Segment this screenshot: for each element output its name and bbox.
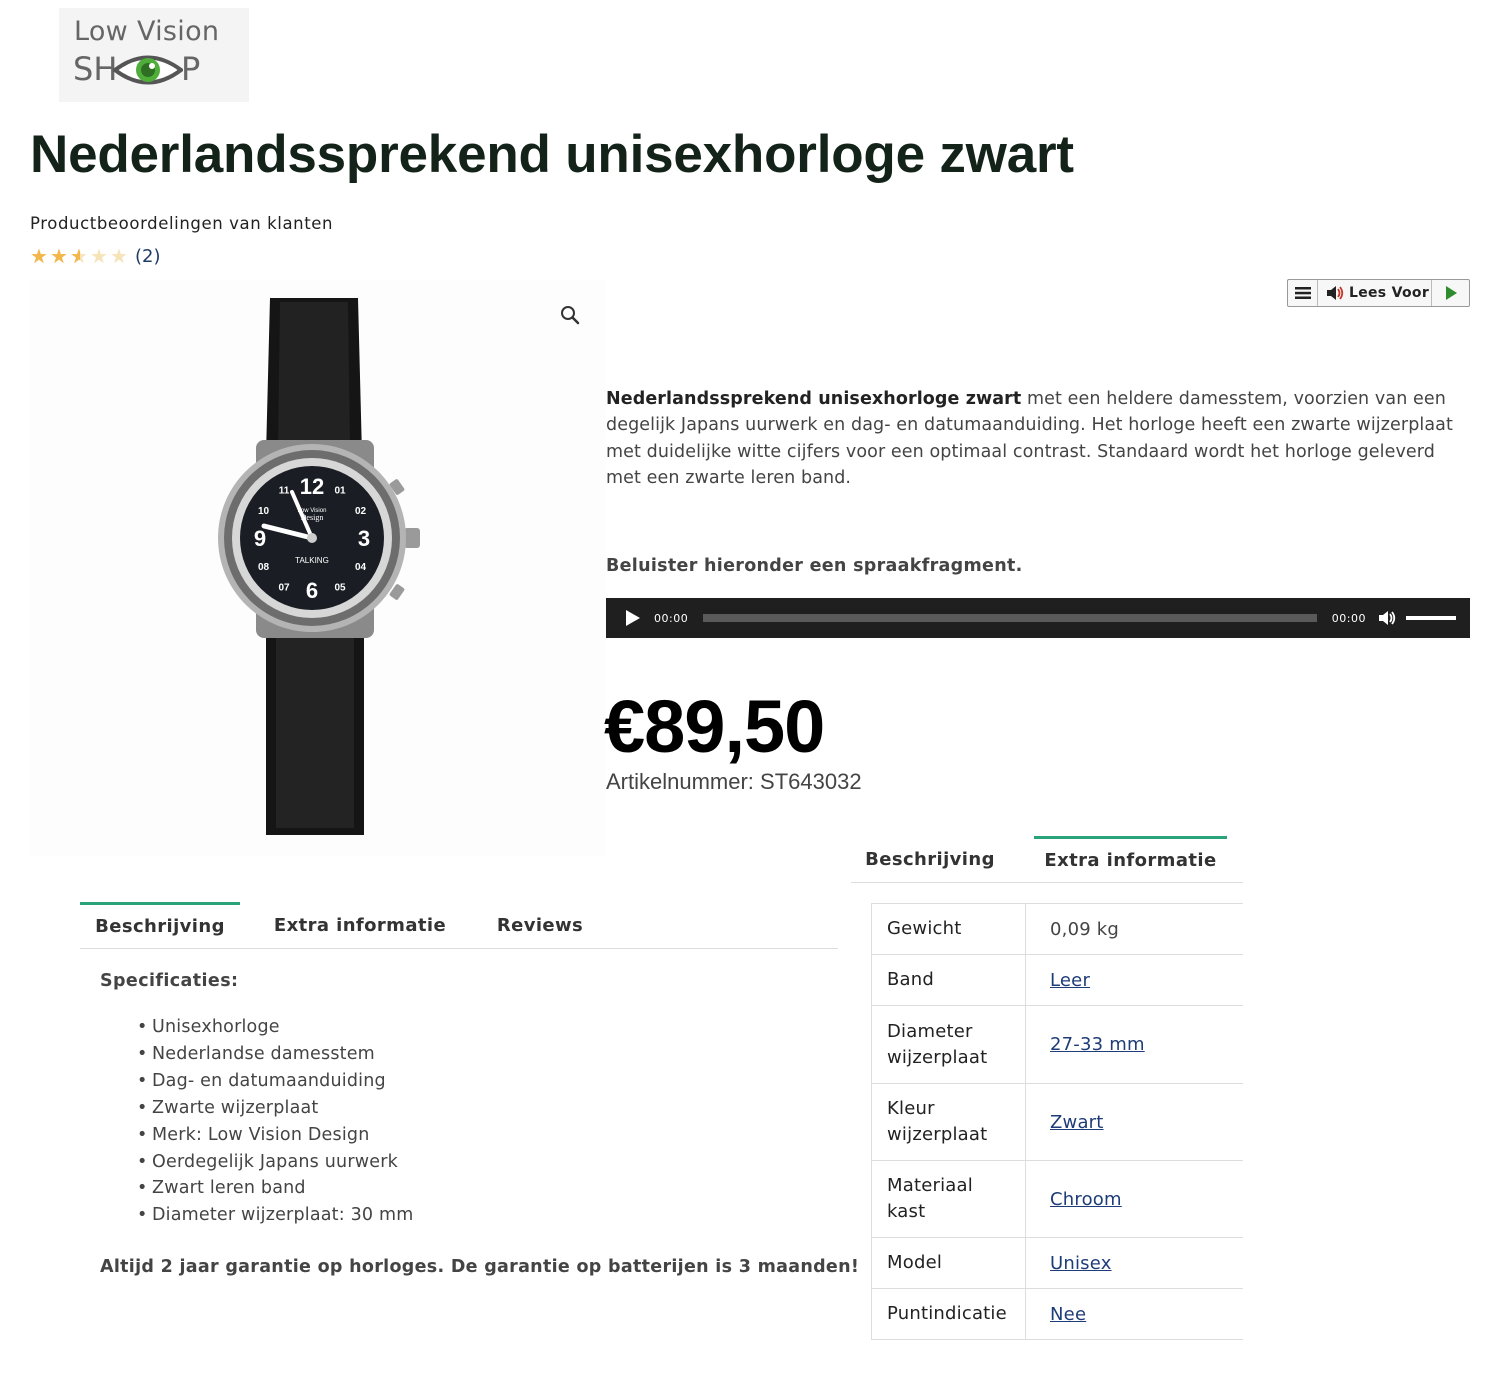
tabs-right: Beschrijving Extra informatie — [851, 836, 1243, 883]
stars: ★★★★★★★★★★ — [30, 247, 130, 267]
audio-player[interactable]: 00:00 00:00 — [606, 598, 1470, 638]
product-sku: Artikelnummer: ST643032 — [606, 769, 862, 794]
hamburger-icon[interactable] — [1288, 280, 1318, 306]
tab-beschrijving-right[interactable]: Beschrijving — [851, 836, 1009, 882]
tab-extra-informatie-right[interactable]: Extra informatie — [1034, 836, 1227, 882]
star-icon: ★★ — [70, 245, 88, 268]
logo-line2-left: SH — [73, 50, 118, 88]
review-count-link[interactable]: (2) — [135, 246, 161, 267]
speaker-icon — [1327, 286, 1344, 300]
attr-key: Kleur wijzerplaat — [871, 1083, 1026, 1161]
attr-key: Gewicht — [871, 903, 1026, 955]
tabs-left: Beschrijving Extra informatie Reviews — [80, 902, 838, 949]
lees-voor-button[interactable]: Lees Voor — [1318, 280, 1431, 306]
lees-voor-label: Lees Voor — [1349, 285, 1430, 301]
attr-key: Diameter wijzerplaat — [871, 1005, 1026, 1084]
list-item: Diameter wijzerplaat: 30 mm — [137, 1202, 414, 1229]
dial-number: 08 — [258, 562, 270, 573]
dial-number: 10 — [258, 506, 270, 517]
tab-extra-informatie[interactable]: Extra informatie — [270, 902, 450, 948]
table-row: Materiaal kast Chroom — [871, 1160, 1243, 1238]
list-item: Oerdegelijk Japans uurwerk — [137, 1149, 414, 1176]
dial-number: 9 — [254, 526, 266, 551]
product-image[interactable]: 12 01 02 3 04 05 6 07 08 9 10 11 Low Vision Design … — [30, 280, 606, 856]
dial-number: 3 — [358, 526, 370, 551]
table-row: Diameter wijzerplaat 27-33 mm — [871, 1005, 1243, 1084]
star-rating[interactable]: ★★★★★★★★★★ (2) — [30, 246, 161, 267]
table-row: Kleur wijzerplaat Zwart — [871, 1083, 1243, 1161]
magnifier-icon[interactable] — [555, 300, 585, 330]
attr-key: Puntindicatie — [871, 1288, 1026, 1340]
attr-link[interactable]: Chroom — [1050, 1189, 1122, 1210]
watch-image: 12 0102304056070891011 Low Vision Design … — [218, 298, 420, 835]
audio-duration: 00:00 — [1331, 611, 1366, 625]
list-item: Zwarte wijzerplaat — [137, 1095, 414, 1122]
dial-number: 6 — [306, 578, 318, 603]
dial-number: 11 — [279, 486, 290, 497]
attr-link[interactable]: 27-33 mm — [1050, 1034, 1145, 1055]
list-item: Unisexhorloge — [137, 1014, 414, 1041]
star-icon: ★★ — [110, 245, 128, 268]
star-icon: ★★ — [50, 245, 68, 268]
site-logo[interactable]: Low Vision SH P — [59, 8, 249, 102]
product-price: €89,50 — [604, 685, 825, 768]
table-row: Model Unisex — [871, 1237, 1243, 1289]
play-icon[interactable] — [1431, 280, 1469, 306]
attr-link[interactable]: Zwart — [1050, 1112, 1104, 1133]
eye-logo-icon — [113, 55, 183, 85]
attr-value: 0,09 kg — [1025, 903, 1243, 955]
star-icon: ★★ — [30, 245, 48, 268]
list-item: Zwart leren band — [137, 1175, 414, 1202]
reviews-label: Productbeoordelingen van klanten — [30, 214, 334, 233]
dial-number: 02 — [355, 506, 367, 517]
dial-number: 01 — [334, 486, 346, 497]
lees-voor-widget[interactable]: Lees Voor — [1287, 279, 1470, 307]
table-row: Band Leer — [871, 954, 1243, 1006]
product-title: Nederlandssprekend unisexhorloge zwart — [30, 125, 1074, 184]
logo-line1: Low Vision — [74, 16, 220, 47]
specs-list: Unisexhorloge Nederlandse damesstem Dag-… — [137, 1014, 414, 1229]
attr-key: Materiaal kast — [871, 1160, 1026, 1238]
star-icon: ★★ — [90, 245, 108, 268]
warranty-note: Altijd 2 jaar garantie op horloges. De g… — [100, 1257, 860, 1277]
tab-reviews[interactable]: Reviews — [490, 902, 590, 948]
listen-heading: Beluister hieronder een spraakfragment. — [606, 556, 1023, 576]
description-bold: Nederlandssprekend unisexhorloge zwart — [606, 389, 1022, 409]
logo-line2-right: P — [181, 50, 201, 88]
product-short-description: Nederlandssprekend unisexhorloge zwart m… — [606, 386, 1470, 491]
attr-link[interactable]: Unisex — [1050, 1253, 1112, 1274]
watch-label: TALKING — [295, 556, 329, 565]
list-item: Merk: Low Vision Design — [137, 1122, 414, 1149]
attr-link[interactable]: Nee — [1050, 1304, 1086, 1325]
list-item: Nederlandse damesstem — [137, 1041, 414, 1068]
audio-current-time: 00:00 — [654, 611, 689, 625]
dial-number: 12 — [300, 474, 324, 499]
audio-play-icon[interactable] — [622, 607, 644, 629]
attr-key: Band — [871, 954, 1026, 1006]
specs-title: Specificaties: — [100, 971, 239, 991]
dial-number: 07 — [278, 583, 290, 594]
attributes-table: Gewicht 0,09 kg Band Leer Diameter wijze… — [871, 903, 1243, 1340]
table-row: Gewicht 0,09 kg — [871, 903, 1243, 955]
volume-icon[interactable] — [1378, 608, 1398, 628]
table-row: Puntindicatie Nee — [871, 1288, 1243, 1340]
attr-link[interactable]: Leer — [1050, 970, 1090, 991]
attr-key: Model — [871, 1237, 1026, 1289]
dial-number: 05 — [334, 583, 346, 594]
dial-number: 04 — [355, 562, 367, 573]
list-item: Dag- en datumaanduiding — [137, 1068, 414, 1095]
audio-progress-bar[interactable] — [703, 614, 1317, 622]
volume-slider[interactable] — [1406, 616, 1456, 620]
tab-beschrijving[interactable]: Beschrijving — [80, 902, 240, 948]
